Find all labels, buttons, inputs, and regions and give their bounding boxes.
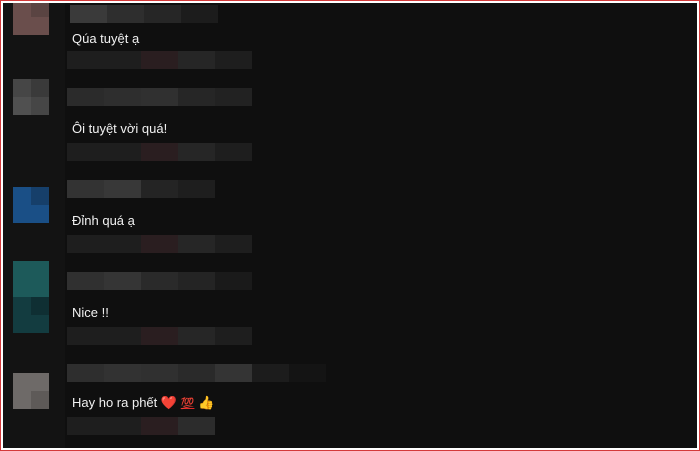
blurred-username bbox=[67, 88, 252, 106]
blurred-username bbox=[67, 235, 252, 253]
avatar[interactable] bbox=[13, 187, 49, 223]
blurred-username bbox=[67, 180, 215, 198]
heart-emoji: ❤️ bbox=[160, 396, 178, 411]
blurred-username bbox=[67, 51, 252, 69]
avatar[interactable] bbox=[13, 373, 49, 409]
comment-text: Nice !! bbox=[72, 305, 109, 320]
comment-text-content: Hay ho ra phết bbox=[72, 395, 158, 410]
thumbs-up-emoji: 👍 bbox=[198, 396, 215, 411]
blurred-username bbox=[67, 272, 252, 290]
blurred-username bbox=[67, 327, 252, 345]
comment-text: Hay ho ra phết ❤️ 💯 👍 bbox=[72, 395, 214, 412]
avatar[interactable] bbox=[13, 261, 49, 333]
blurred-username bbox=[70, 5, 218, 23]
comment-text: Qúa tuyệt ạ bbox=[72, 31, 140, 46]
avatar[interactable] bbox=[13, 79, 49, 115]
screenshot-frame: Qúa tuyệt ạ Ôi tuyệt vời quá! Đỉnh quá ạ… bbox=[0, 0, 700, 451]
comment-text: Đỉnh quá ạ bbox=[72, 213, 135, 228]
hundred-points-emoji: 💯 bbox=[180, 397, 195, 410]
avatar[interactable] bbox=[13, 3, 49, 35]
blurred-username bbox=[67, 364, 326, 382]
blurred-username bbox=[67, 143, 252, 161]
blurred-username bbox=[67, 417, 215, 435]
comment-text: Ôi tuyệt vời quá! bbox=[72, 121, 168, 136]
comments-panel: Qúa tuyệt ạ Ôi tuyệt vời quá! Đỉnh quá ạ… bbox=[3, 3, 697, 448]
